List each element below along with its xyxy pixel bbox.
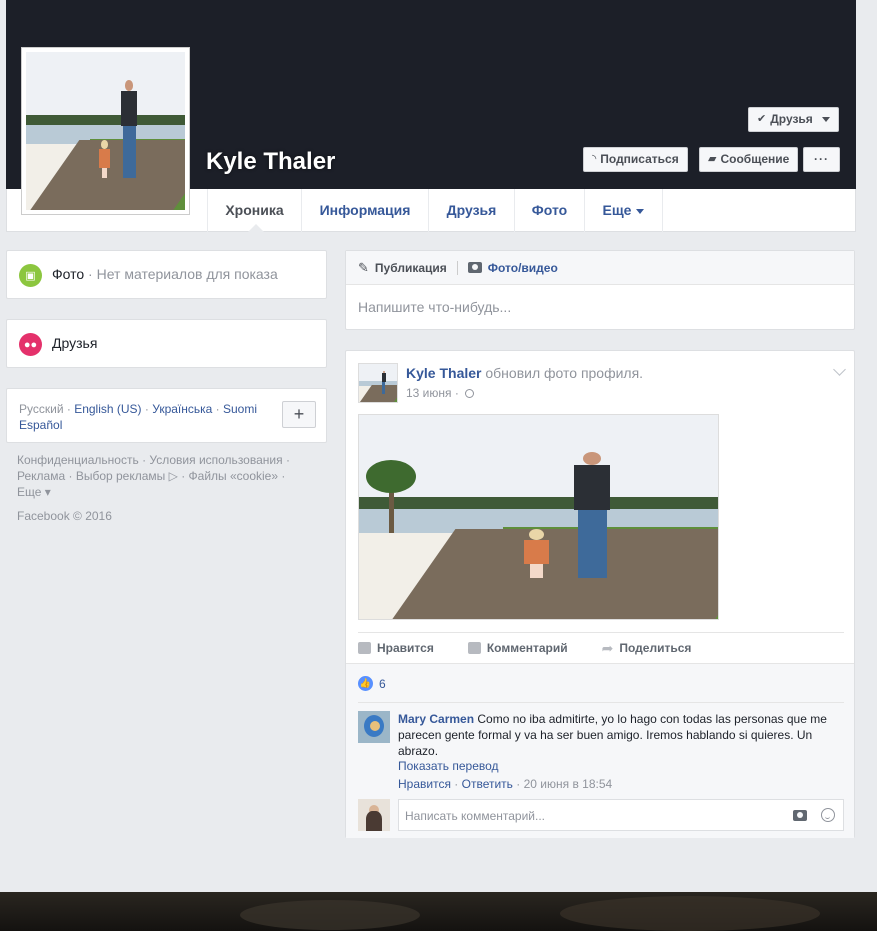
friends-icon: ●● [19, 333, 42, 356]
globe-icon [465, 389, 475, 399]
friends-button[interactable]: ✔ Друзья [748, 107, 839, 132]
post-composer: ✎ Публикация Фото/видео Напишите что-ниб… [345, 250, 855, 330]
comment-author[interactable]: Mary Carmen [398, 712, 474, 726]
copyright: Facebook © 2016 [17, 509, 112, 523]
share-button[interactable]: ➦ Поделиться [602, 640, 692, 657]
tab-more[interactable]: Еще [585, 189, 663, 232]
active-tab-pointer [248, 224, 264, 232]
profile-photo-image [26, 52, 185, 210]
post-photo[interactable] [358, 414, 719, 620]
thumbs-up-icon [358, 642, 371, 654]
photos-card-title: Фото · Нет материалов для показа [52, 266, 278, 282]
tab-about[interactable]: Информация [302, 189, 429, 232]
photos-title[interactable]: Фото [52, 266, 84, 282]
footer-link[interactable]: Конфиденциальность [17, 453, 139, 467]
like-label: Нравится [377, 641, 434, 655]
post-header: Kyle Thaler обновил фото профиля. [406, 365, 643, 381]
post-date: 13 июня · [406, 386, 475, 400]
tab-photos[interactable]: Фото [515, 189, 585, 232]
language-option[interactable]: Suomi [223, 402, 257, 416]
photos-card[interactable]: ▣ Фото · Нет материалов для показа [6, 250, 327, 299]
chevron-down-icon [636, 208, 645, 214]
profile-name[interactable]: Kyle Thaler [206, 148, 335, 176]
add-language-button[interactable]: + [282, 401, 316, 428]
likes-count: 6 [379, 676, 386, 691]
more-options-button[interactable]: ··· [803, 147, 840, 172]
background-strip [0, 892, 877, 931]
comment-input-placeholder: Написать комментарий... [405, 809, 546, 823]
subscribe-button-label: Подписаться [600, 152, 679, 166]
camera-icon [467, 262, 482, 273]
comment-meta: Нравится · Ответить · 20 июня в 18:54 [398, 777, 613, 791]
chevron-down-icon: ▾ [44, 485, 51, 499]
language-option[interactable]: English (US) [74, 402, 141, 416]
comment-reply-link[interactable]: Ответить [462, 777, 513, 791]
message-icon: ▰ [708, 153, 717, 165]
subscribe-button[interactable]: ◝ Подписаться [583, 147, 688, 172]
language-option[interactable]: Español [19, 418, 62, 432]
language-card: Русский · English (US) · Українська · Su… [6, 388, 327, 443]
friends-card[interactable]: ●● Друзья [6, 319, 327, 368]
divider [456, 260, 458, 275]
post-author[interactable]: Kyle Thaler [406, 365, 481, 381]
like-button[interactable]: Нравится [358, 641, 434, 655]
comment-button[interactable]: Комментарий [467, 641, 568, 655]
divider [358, 702, 844, 703]
language-option[interactable]: Українська [152, 402, 212, 416]
comment-label: Комментарий [486, 641, 568, 655]
comment-input[interactable]: Написать комментарий... [398, 799, 844, 831]
post-feedback: 👍 6 Mary Carmen Como no iba admitirte, y… [346, 663, 854, 838]
message-button-label: Сообщение [720, 152, 790, 166]
footer-link[interactable]: Реклама [17, 469, 65, 483]
post-options-chevron-icon[interactable] [833, 363, 846, 376]
message-button[interactable]: ▰ Сообщение [699, 147, 799, 172]
post-date-link[interactable]: 13 июня [406, 386, 452, 400]
commenter-avatar[interactable] [358, 711, 390, 743]
photo-icon: ▣ [19, 264, 42, 287]
footer-link[interactable]: Еще [17, 485, 41, 499]
footer-links: Конфиденциальность · Условия использован… [17, 453, 290, 499]
share-label: Поделиться [619, 641, 692, 655]
post-author-avatar[interactable] [358, 363, 398, 403]
friends-card-title[interactable]: Друзья [52, 335, 97, 351]
tab-more-label: Еще [602, 202, 632, 218]
like-badge-icon: 👍 [358, 676, 373, 691]
current-language: Русский [19, 402, 64, 416]
emoji-icon[interactable] [821, 808, 835, 822]
chevron-down-icon [821, 117, 830, 122]
comment-icon [467, 642, 481, 654]
checkmark-icon: ✔ [757, 113, 767, 125]
ad-choices-icon: ▷ [168, 469, 178, 483]
timeline-post: Kyle Thaler обновил фото профиля. 13 июн… [345, 350, 855, 838]
pencil-icon: ✎ [358, 259, 369, 275]
show-translation-link[interactable]: Показать перевод [398, 759, 499, 773]
page-gutter [856, 0, 877, 892]
profile-page: Kyle Thaler ✔ Друзья ◝ Подписаться ▰ Соо… [6, 0, 856, 892]
comment-time[interactable]: 20 июня в 18:54 [524, 777, 613, 791]
footer-link[interactable]: Выбор рекламы [76, 469, 165, 483]
share-icon: ➦ [601, 639, 614, 656]
post-actions: Нравится Комментарий ➦ Поделиться [358, 632, 844, 663]
footer-link[interactable]: Условия использования [149, 453, 282, 467]
camera-icon[interactable] [793, 810, 807, 821]
composer-tabs: ✎ Публикация Фото/видео [346, 251, 854, 285]
tab-friends[interactable]: Друзья [429, 189, 515, 232]
footer-link[interactable]: Файлы «cookie» [189, 469, 279, 483]
photos-empty-text: · Нет материалов для показа [84, 266, 278, 282]
composer-tab-photo[interactable]: Фото/видео [488, 261, 558, 275]
post-action-text: обновил фото профиля. [481, 365, 644, 381]
comment: Mary Carmen Como no iba admitirte, yo lo… [398, 711, 828, 759]
composer-tab-post[interactable]: Публикация [375, 261, 447, 275]
likes-summary[interactable]: 👍 6 [358, 676, 386, 691]
friends-button-label: Друзья [770, 112, 813, 126]
profile-picture[interactable] [21, 47, 190, 215]
rss-icon: ◝ [592, 153, 597, 165]
current-user-avatar [358, 799, 390, 831]
language-list: Русский · English (US) · Українська · Su… [19, 402, 258, 432]
composer-input[interactable]: Напишите что-нибудь... [358, 299, 511, 315]
comment-like-link[interactable]: Нравится [398, 777, 451, 791]
